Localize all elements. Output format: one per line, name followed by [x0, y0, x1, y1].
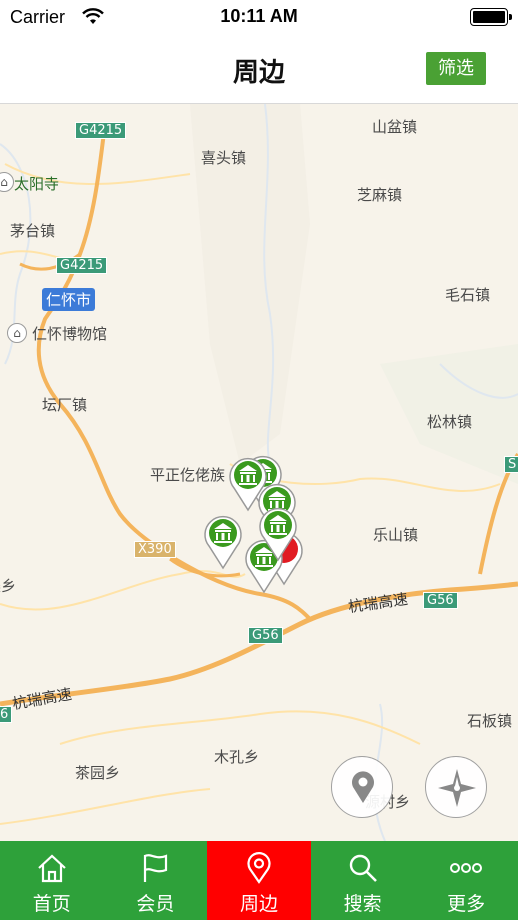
- location-icon: [247, 852, 271, 884]
- more-icon: [450, 863, 483, 873]
- navigation-bar: 周边 筛选: [0, 34, 518, 104]
- place-label: 坛厂镇: [42, 396, 88, 414]
- museum-marker[interactable]: [226, 454, 270, 512]
- location-pin-icon: [352, 771, 374, 803]
- place-label: 松林镇: [427, 413, 473, 431]
- place-label: 仁怀博物馆: [32, 325, 108, 343]
- compass-button[interactable]: [425, 756, 487, 818]
- tab-more[interactable]: 更多: [414, 841, 518, 920]
- museum-marker[interactable]: [201, 512, 245, 570]
- search-icon: [349, 854, 377, 882]
- tab-member[interactable]: 会员: [104, 841, 208, 920]
- place-label: 芝麻镇: [357, 186, 403, 204]
- highway-shield: G4215: [56, 257, 108, 274]
- flag-icon: [144, 854, 168, 882]
- highway-shield: G56: [248, 627, 283, 644]
- road-shield: X390: [134, 541, 176, 558]
- place-label: 茅台镇: [10, 222, 56, 240]
- place-label: 平正仡佬族: [150, 466, 226, 484]
- place-label: 太阳寺: [14, 175, 60, 193]
- museum-marker[interactable]: [256, 504, 300, 562]
- highway-shield: G56: [423, 592, 458, 609]
- place-label: 渠乡: [0, 577, 17, 595]
- place-label: 毛石镇: [445, 286, 491, 304]
- highway-shield: 6: [0, 706, 13, 723]
- tab-label: 更多: [447, 893, 486, 915]
- tab-label: 搜索: [343, 893, 382, 915]
- place-label: 石板镇: [467, 712, 513, 730]
- clock: 10:11 AM: [220, 6, 298, 26]
- tab-search[interactable]: 搜索: [311, 841, 415, 920]
- museum-icon: ⌂: [7, 323, 27, 343]
- tab-label: 会员: [136, 893, 175, 915]
- tab-bar: 首页 会员 周边 搜索 更多: [0, 841, 518, 920]
- tab-nearby[interactable]: 周边: [207, 841, 311, 920]
- compass-icon: [438, 769, 476, 807]
- city-label: 仁怀市: [42, 288, 96, 311]
- place-label: 山盆镇: [372, 118, 418, 136]
- locate-button[interactable]: [331, 756, 393, 818]
- place-label: 喜头镇: [201, 149, 247, 167]
- highway-shield: G4215: [75, 122, 127, 139]
- place-label: 茶园乡: [75, 764, 121, 782]
- status-bar: Carrier 10:11 AM: [0, 0, 518, 34]
- tab-label: 首页: [32, 893, 71, 915]
- filter-button[interactable]: 筛选: [426, 52, 486, 85]
- tab-label: 周边: [239, 893, 278, 915]
- place-label: 乐山镇: [373, 526, 419, 544]
- battery-icon: [470, 8, 512, 26]
- highway-shield: S: [504, 456, 518, 473]
- home-icon: [38, 854, 66, 883]
- place-label: 木孔乡: [214, 748, 260, 766]
- tab-home[interactable]: 首页: [0, 841, 104, 920]
- map-view[interactable]: 山盆镇 喜头镇 芝麻镇 ⌂ 太阳寺 茅台镇 仁怀市 ⌂ 仁怀博物馆 毛石镇 坛厂…: [0, 104, 518, 841]
